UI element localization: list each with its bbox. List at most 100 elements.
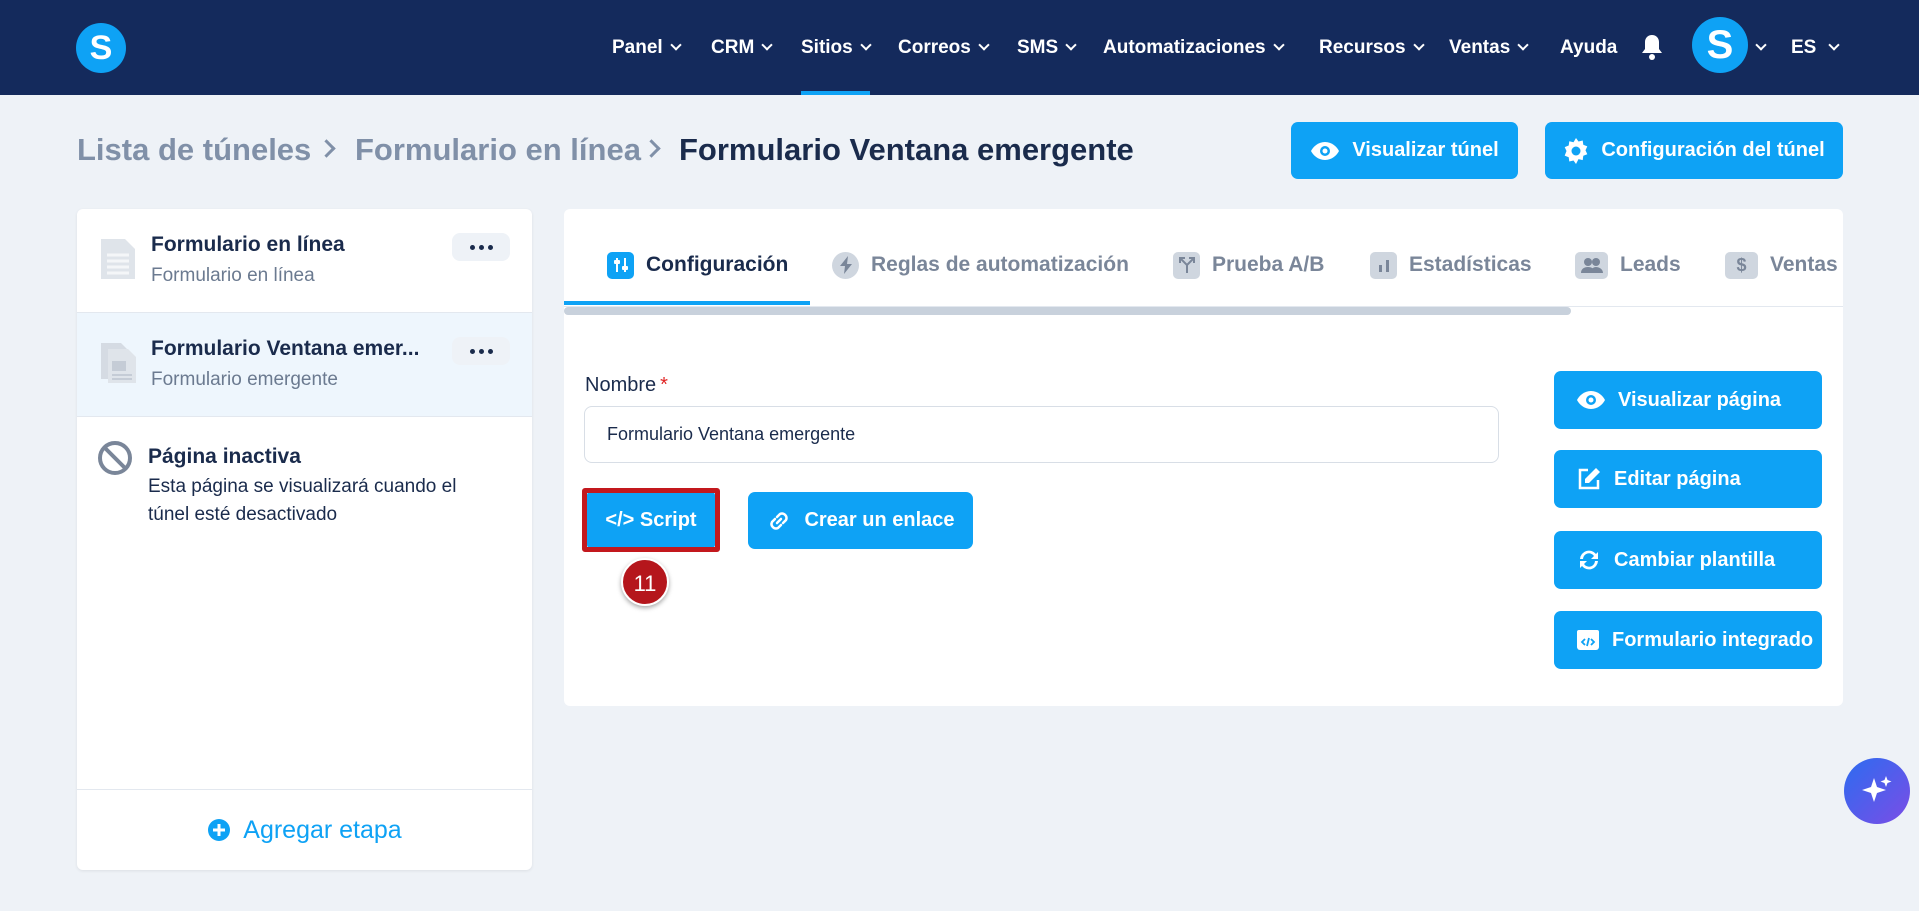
inactive-page-title[interactable]: Página inactiva	[148, 445, 301, 469]
nav-sitios[interactable]: Sitios	[801, 0, 872, 95]
button-label: Visualizar página	[1618, 388, 1782, 411]
tab-label: Ventas	[1770, 253, 1838, 276]
avatar-menu-toggle[interactable]	[1755, 0, 1767, 95]
bolt-icon	[832, 251, 859, 279]
active-tab-indicator	[564, 301, 810, 305]
chevron-down-icon	[1828, 39, 1841, 51]
add-step-label: Agregar etapa	[243, 815, 402, 844]
funnel-steps-panel: Formulario en línea Formulario en línea …	[77, 209, 532, 870]
disabled-icon	[98, 441, 132, 475]
app-logo[interactable]: S	[76, 23, 126, 73]
chevron-down-icon	[1272, 39, 1285, 51]
embed-icon	[1577, 630, 1599, 650]
language-selector[interactable]: ES	[1791, 0, 1841, 95]
embedded-form-button[interactable]: Formulario integrado	[1554, 611, 1822, 669]
nav-recursos[interactable]: Recursos	[1319, 0, 1425, 95]
chevron-down-icon	[1412, 39, 1425, 51]
button-label: Crear un enlace	[804, 509, 955, 531]
step-popup-form[interactable]: Formulario Ventana emer... Formulario em…	[77, 313, 532, 417]
chevron-down-icon	[761, 39, 773, 51]
step-title: Formulario en línea	[151, 233, 345, 256]
avatar[interactable]: S	[1692, 17, 1748, 73]
tab-leads[interactable]: Leads	[1575, 245, 1681, 285]
button-label: Formulario integrado	[1612, 628, 1814, 651]
language-label: ES	[1791, 36, 1817, 58]
ai-assistant-button[interactable]	[1844, 758, 1910, 824]
step-inline-form[interactable]: Formulario en línea Formulario en línea	[77, 209, 532, 313]
step-options-button[interactable]	[452, 337, 510, 365]
nav-ayuda[interactable]: Ayuda	[1560, 0, 1617, 95]
annotation-highlight-box	[582, 488, 720, 552]
nav-label: Automatizaciones	[1103, 36, 1266, 58]
tab-scrollbar[interactable]	[564, 307, 1571, 315]
funnel-settings-button[interactable]: Configuración del túnel	[1545, 122, 1843, 179]
create-link-button[interactable]: Crear un enlace	[748, 492, 973, 549]
tab-reglas-automatizacion[interactable]: Reglas de automatización	[832, 245, 1129, 285]
nav-crm[interactable]: CRM	[711, 0, 773, 95]
sliders-icon	[607, 251, 634, 279]
nav-ventas[interactable]: Ventas	[1449, 0, 1529, 95]
edit-page-button[interactable]: Editar página	[1554, 450, 1822, 508]
name-input[interactable]: Formulario Ventana emergente	[584, 406, 1499, 463]
split-icon	[1173, 251, 1200, 279]
tab-prueba-ab[interactable]: Prueba A/B	[1173, 245, 1324, 285]
eye-icon	[1577, 391, 1605, 409]
step-subtitle: Formulario en línea	[151, 265, 315, 286]
gear-icon	[1565, 137, 1588, 164]
button-label: Cambiar plantilla	[1614, 548, 1776, 571]
popup-document-icon	[101, 343, 136, 383]
chevron-down-icon	[1517, 39, 1529, 51]
users-icon	[1575, 251, 1608, 279]
preview-funnel-button[interactable]: Visualizar túnel	[1291, 122, 1518, 179]
chevron-down-icon	[1065, 39, 1077, 51]
nav-label: Recursos	[1319, 36, 1406, 58]
name-input-value: Formulario Ventana emergente	[607, 424, 856, 444]
tab-configuracion[interactable]: Configuración	[607, 245, 788, 285]
preview-page-button[interactable]: Visualizar página	[1554, 371, 1822, 429]
bar-chart-icon	[1370, 251, 1397, 279]
nav-panel[interactable]: Panel	[612, 0, 682, 95]
nav-label: Panel	[612, 36, 663, 58]
tab-label: Estadísticas	[1409, 253, 1532, 276]
nav-label: Correos	[898, 36, 971, 58]
tab-ventas[interactable]: $ Ventas	[1725, 245, 1838, 285]
nav-label: Ayuda	[1560, 36, 1618, 58]
tab-label: Prueba A/B	[1212, 253, 1325, 276]
chevron-down-icon	[1755, 39, 1767, 51]
button-label: Visualizar túnel	[1352, 139, 1499, 161]
top-navbar: S Panel CRM Sitios Correos SMS Automatiz…	[0, 0, 1919, 95]
link-icon	[770, 511, 789, 530]
add-step-button[interactable]: Agregar etapa	[77, 789, 532, 870]
breadcrumb-inline-form[interactable]: Formulario en línea	[355, 132, 641, 168]
nav-label: Sitios	[801, 36, 853, 58]
tab-estadisticas[interactable]: Estadísticas	[1370, 245, 1532, 285]
step-subtitle: Formulario emergente	[151, 369, 338, 390]
nav-automatizaciones[interactable]: Automatizaciones	[1103, 0, 1285, 95]
button-label: Configuración del túnel	[1601, 139, 1825, 161]
dollar-icon: $	[1725, 251, 1758, 279]
refresh-icon	[1580, 550, 1598, 570]
step-number-badge: 11	[621, 558, 669, 606]
step-options-button[interactable]	[452, 233, 510, 261]
change-template-button[interactable]: Cambiar plantilla	[1554, 531, 1822, 589]
chevron-down-icon	[860, 39, 872, 51]
breadcrumb-funnel-list[interactable]: Lista de túneles	[77, 132, 311, 168]
sparkle-icon	[1862, 776, 1892, 802]
eye-icon	[1311, 141, 1340, 160]
nav-sms[interactable]: SMS	[1017, 0, 1077, 95]
nav-label: SMS	[1017, 36, 1059, 58]
chevron-right-icon	[317, 139, 336, 158]
required-mark: *	[660, 374, 668, 396]
edit-icon	[1578, 468, 1600, 490]
chevron-down-icon	[978, 39, 990, 51]
nav-correos[interactable]: Correos	[898, 0, 990, 95]
step-title: Formulario Ventana emer...	[151, 337, 420, 360]
nav-label: CRM	[711, 36, 755, 58]
button-label: Editar página	[1614, 467, 1741, 490]
chevron-down-icon	[670, 39, 682, 51]
nav-label: Ventas	[1449, 36, 1511, 58]
bell-icon[interactable]	[1640, 33, 1664, 61]
tab-label: Reglas de automatización	[871, 253, 1129, 276]
tab-label: Configuración	[646, 253, 789, 276]
tab-bar: Configuración Reglas de automatización P…	[564, 209, 1843, 307]
